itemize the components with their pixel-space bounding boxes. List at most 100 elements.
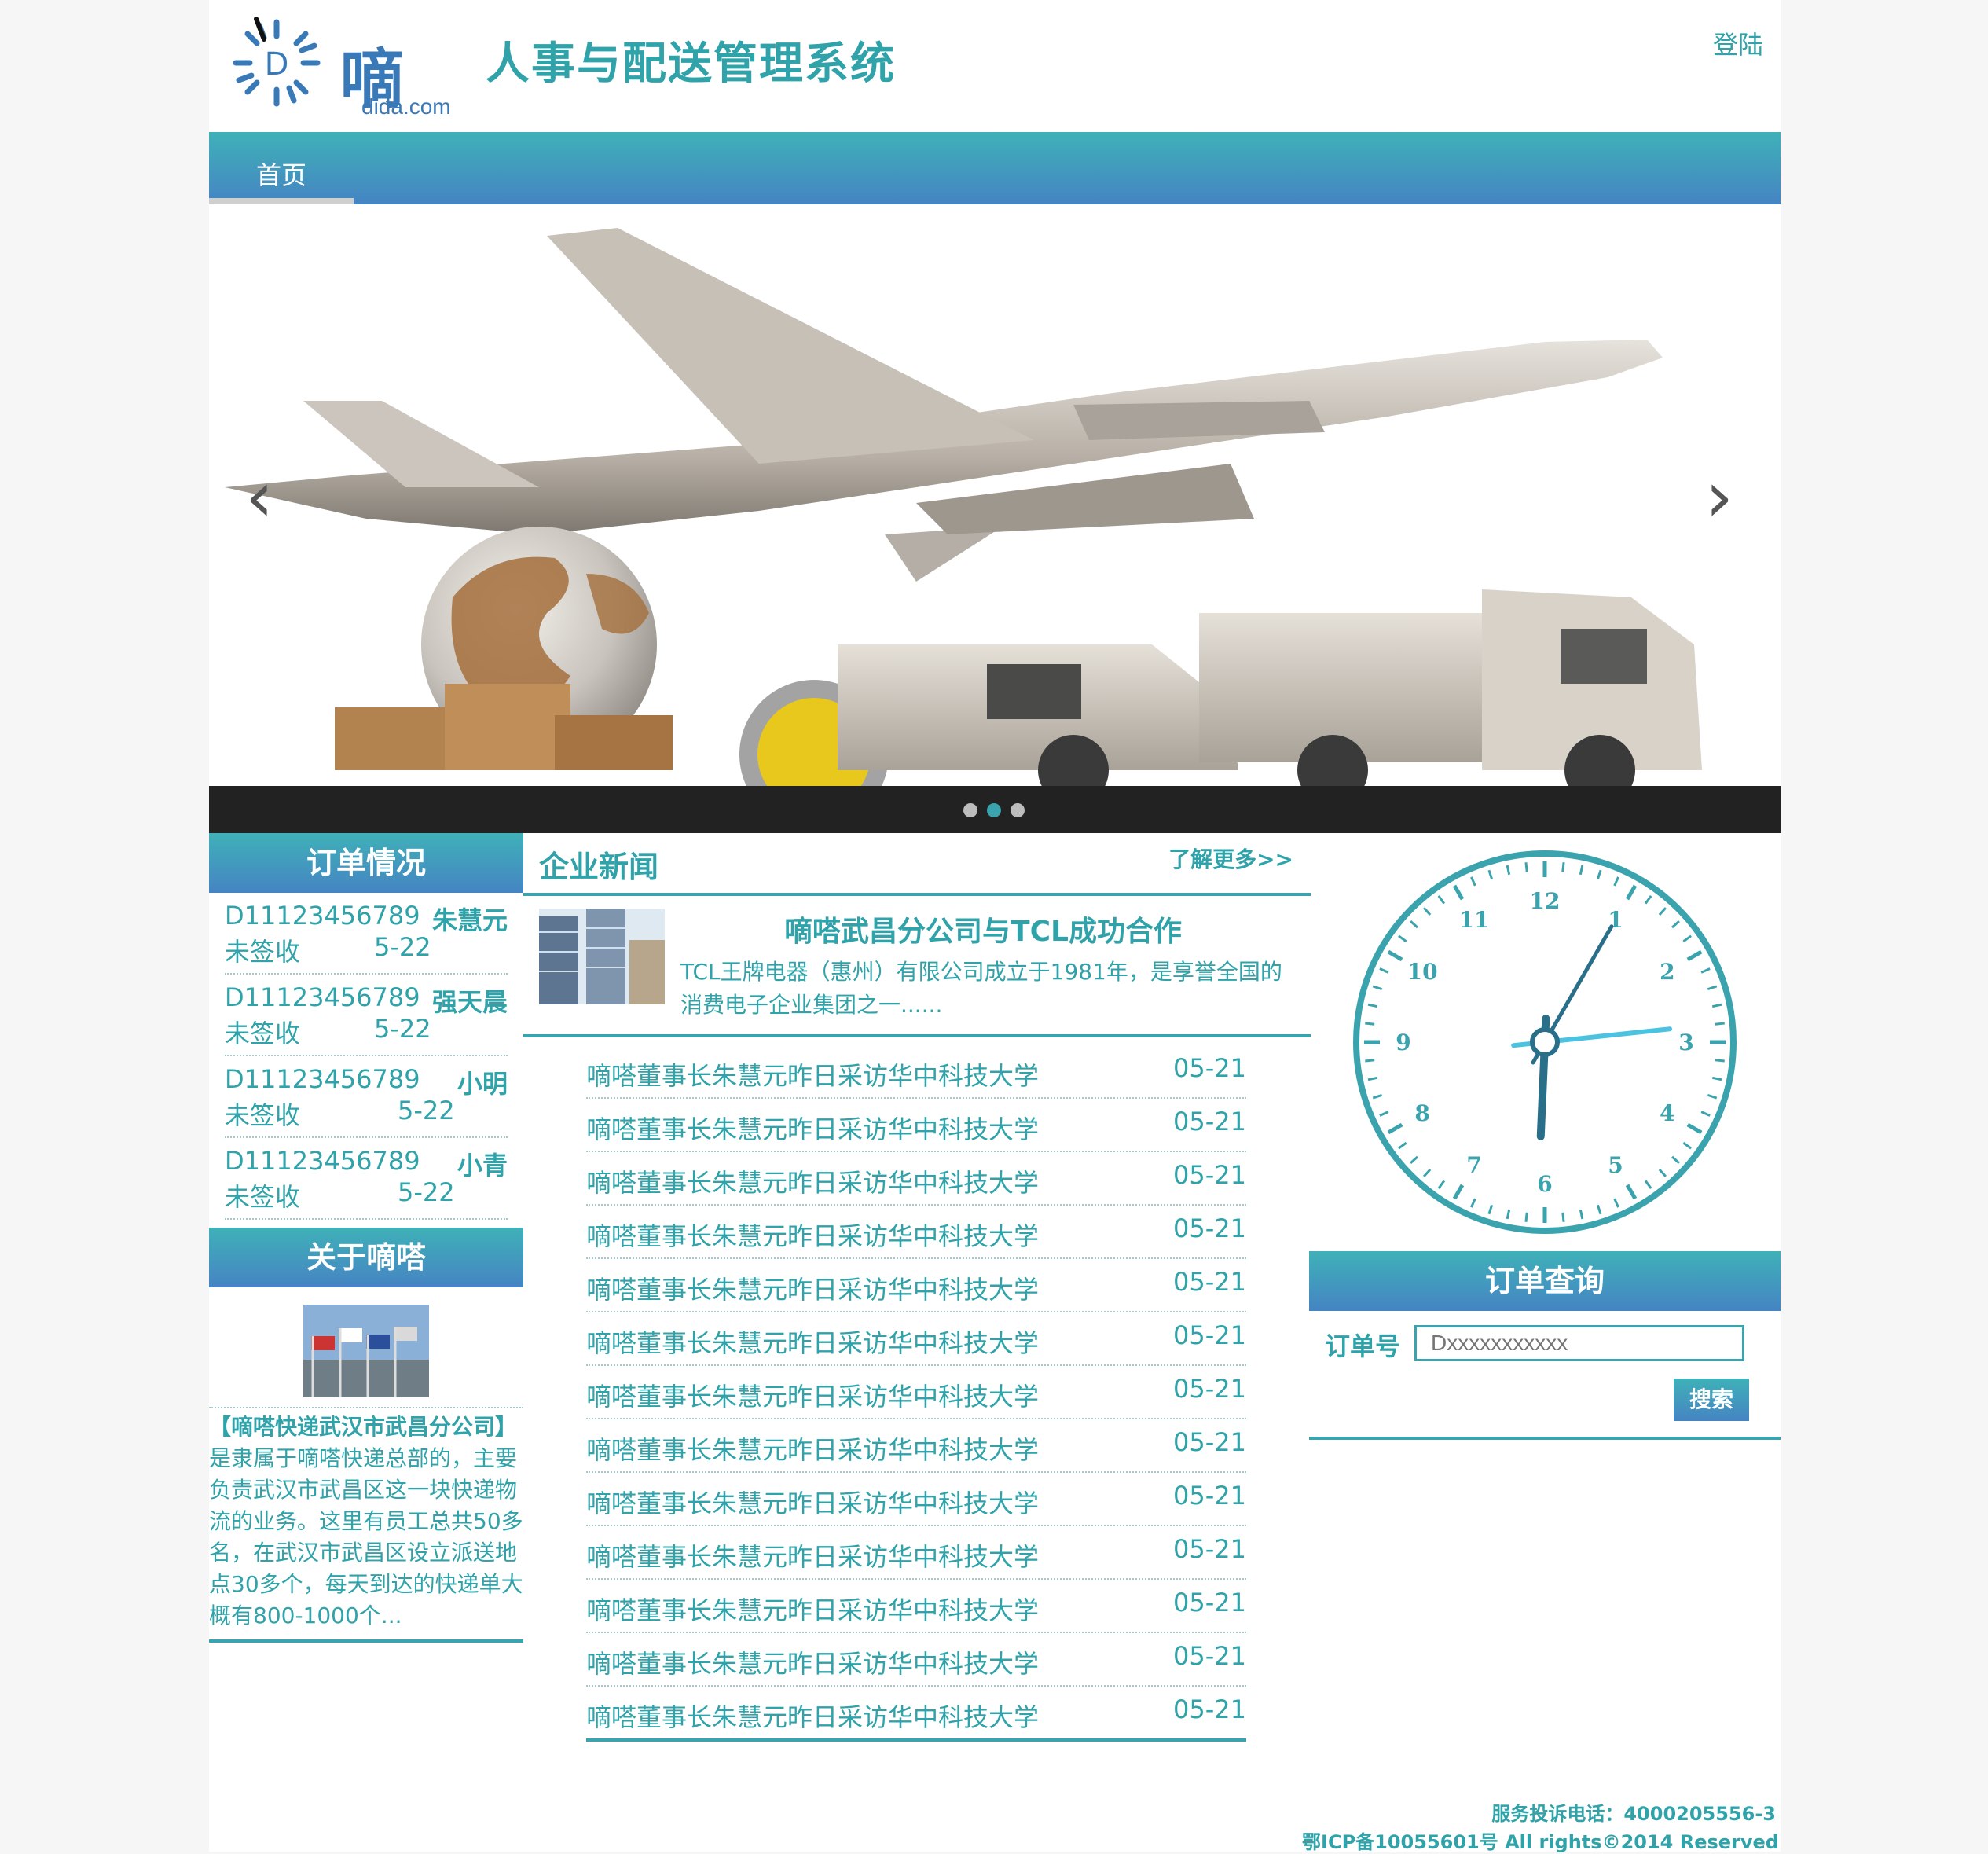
news-item-date: 05-21 xyxy=(1173,1213,1246,1243)
order-id: D11123456789 xyxy=(225,982,420,1012)
news-item-title: 嘀嗒董事长朱慧元昨日采访华中科技大学 xyxy=(586,1114,1040,1144)
order-name: 强天晨 xyxy=(431,987,508,1017)
order-number-input[interactable] xyxy=(1414,1325,1744,1361)
clock-number: 9 xyxy=(1396,1030,1410,1055)
analog-clock: 121234567891011 xyxy=(1353,850,1737,1234)
news-item-date: 05-21 xyxy=(1173,1534,1246,1564)
order-item[interactable]: D11123456789 强天晨 未签收 5-22 xyxy=(225,976,508,1056)
order-status: 未签收 xyxy=(225,937,301,967)
order-item[interactable]: D11123456789 小明 未签收 5-22 xyxy=(225,1058,508,1138)
news-item[interactable]: 嘀嗒董事长朱慧元昨日采访华中科技大学 05-21 xyxy=(586,1366,1246,1419)
order-name: 小明 xyxy=(457,1069,508,1099)
carousel-dot-1[interactable] xyxy=(963,803,977,817)
chevron-left-icon[interactable]: ‹ xyxy=(245,456,273,538)
featured-news-desc: TCL王牌电器（惠州）有限公司成立于1981年，是享誉全国的消费电子企业集团之一… xyxy=(680,959,1282,1018)
order-date: 5-22 xyxy=(398,1177,455,1207)
banner-carousel[interactable]: ‹ › xyxy=(209,204,1781,833)
news-item[interactable]: 嘀嗒董事长朱慧元昨日采访华中科技大学 05-21 xyxy=(586,1152,1246,1206)
news-item-title: 嘀嗒董事长朱慧元昨日采访华中科技大学 xyxy=(586,1542,1040,1572)
carousel-dot-2[interactable] xyxy=(987,803,1001,817)
clock-tick xyxy=(1561,1212,1565,1222)
about-heading: 【嘀嗒快递武汉市武昌分公司】 xyxy=(209,1414,518,1440)
search-button[interactable]: 搜索 xyxy=(1674,1379,1749,1421)
clock-tick xyxy=(1715,1022,1725,1026)
order-name: 小青 xyxy=(457,1151,508,1180)
site-title: 人事与配送管理系统 xyxy=(486,39,896,90)
clock-tick xyxy=(1365,1022,1375,1026)
about-body: 是隶属于嘀嗒快递总部的，主要负责武汉市武昌区这一块快递物流的业务。这里有员工总共… xyxy=(209,1445,523,1628)
order-id: D11123456789 xyxy=(225,901,420,931)
chevron-right-icon[interactable]: › xyxy=(1705,456,1733,538)
news-item-date: 05-21 xyxy=(1173,1374,1246,1404)
order-item[interactable]: D11123456789 朱慧元 未签收 5-22 xyxy=(225,894,508,975)
news-item[interactable]: 嘀嗒董事长朱慧元昨日采访华中科技大学 05-21 xyxy=(586,1526,1246,1580)
clock-number: 3 xyxy=(1678,1030,1693,1055)
page: D 嘀嗒 dida.com 人事与配送管理系统 登陆 首页 xyxy=(209,0,1781,1853)
news-item[interactable]: 嘀嗒董事长朱慧元昨日采访华中科技大学 05-21 xyxy=(586,1419,1246,1473)
clock-number: 10 xyxy=(1407,959,1438,985)
news-item[interactable]: 嘀嗒董事长朱慧元昨日采访华中科技大学 05-21 xyxy=(586,1259,1246,1312)
about-bottom-border xyxy=(209,1639,523,1643)
clock-tick xyxy=(1715,1059,1725,1063)
logo-domain: dida.com xyxy=(361,94,451,119)
logo[interactable]: D 嘀嗒 dida.com xyxy=(229,16,465,211)
order-number-label: 订单号 xyxy=(1325,1331,1401,1361)
about-header: 关于嘀嗒 xyxy=(209,1228,523,1287)
query-bottom-border xyxy=(1309,1437,1781,1440)
clock-number: 8 xyxy=(1414,1100,1429,1126)
news-item-date: 05-21 xyxy=(1173,1320,1246,1350)
order-date: 5-22 xyxy=(374,932,431,962)
news-item-title: 嘀嗒董事长朱慧元昨日采访华中科技大学 xyxy=(586,1435,1040,1465)
order-id: D11123456789 xyxy=(225,1064,420,1094)
about-text: 【嘀嗒快递武汉市武昌分公司】是隶属于嘀嗒快递总部的，主要负责武汉市武昌区这一块快… xyxy=(209,1412,523,1632)
nav-home[interactable]: 首页 xyxy=(256,156,306,192)
news-item-title: 嘀嗒董事长朱慧元昨日采访华中科技大学 xyxy=(586,1328,1040,1358)
navbar: 首页 xyxy=(209,132,1781,204)
news-item-date: 05-21 xyxy=(1173,1694,1246,1724)
featured-divider xyxy=(523,1034,1311,1037)
news-item[interactable]: 嘀嗒董事长朱慧元昨日采访华中科技大学 05-21 xyxy=(586,1312,1246,1366)
featured-news-image xyxy=(539,909,665,1004)
news-item[interactable]: 嘀嗒董事长朱慧元昨日采访华中科技大学 05-21 xyxy=(586,1206,1246,1259)
news-item-date: 05-21 xyxy=(1173,1588,1246,1617)
clock-number: 12 xyxy=(1530,888,1561,914)
order-id: D11123456789 xyxy=(225,1146,420,1176)
svg-text:D: D xyxy=(265,46,289,83)
news-more-link[interactable]: 了解更多>> xyxy=(1168,843,1293,874)
news-item[interactable]: 嘀嗒董事长朱慧元昨日采访华中科技大学 05-21 xyxy=(586,1687,1246,1740)
query-header: 订单查询 xyxy=(1309,1251,1781,1311)
clock-number: 7 xyxy=(1466,1152,1481,1178)
news-item[interactable]: 嘀嗒董事长朱慧元昨日采访华中科技大学 05-21 xyxy=(586,1099,1246,1152)
login-link[interactable]: 登陆 xyxy=(1713,25,1763,61)
logo-sun-icon: D xyxy=(233,17,321,107)
news-item[interactable]: 嘀嗒董事长朱慧元昨日采访华中科技大学 05-21 xyxy=(586,1633,1246,1687)
news-item-date: 05-21 xyxy=(1173,1160,1246,1190)
news-item-title: 嘀嗒董事长朱慧元昨日采访华中科技大学 xyxy=(586,1275,1040,1305)
order-date: 5-22 xyxy=(374,1014,431,1044)
order-status: 未签收 xyxy=(225,1182,301,1212)
news-item[interactable]: 嘀嗒董事长朱慧元昨日采访华中科技大学 05-21 xyxy=(586,1473,1246,1526)
news-item[interactable]: 嘀嗒董事长朱慧元昨日采访华中科技大学 05-21 xyxy=(586,1045,1246,1099)
news-title: 企业新闻 xyxy=(539,850,659,884)
news-item-title: 嘀嗒董事长朱慧元昨日采访华中科技大学 xyxy=(586,1489,1040,1518)
order-item[interactable]: D11123456789 小青 未签收 5-22 xyxy=(225,1140,508,1220)
news-item-date: 05-21 xyxy=(1173,1267,1246,1297)
featured-news-title[interactable]: 嘀嗒武昌分公司与TCL成功合作 xyxy=(680,909,1286,949)
news-item-date: 05-21 xyxy=(1173,1053,1246,1083)
clock-tick xyxy=(1561,862,1565,872)
carousel-dot-3[interactable] xyxy=(1011,803,1025,817)
news-bottom-border xyxy=(586,1738,1246,1742)
news-item-title: 嘀嗒董事长朱慧元昨日采访华中科技大学 xyxy=(586,1595,1040,1625)
clock-tick xyxy=(1524,862,1528,872)
nav-active-indicator xyxy=(209,198,354,204)
news-item[interactable]: 嘀嗒董事长朱慧元昨日采访华中科技大学 05-21 xyxy=(586,1580,1246,1633)
news-item-title: 嘀嗒董事长朱慧元昨日采访华中科技大学 xyxy=(586,1168,1040,1198)
news-item-date: 05-21 xyxy=(1173,1641,1246,1671)
news-item-date: 05-21 xyxy=(1173,1107,1246,1136)
clock-tick xyxy=(1365,1059,1375,1063)
footer-copyright: 鄂ICP备10055601号 All rights©2014 Reserved xyxy=(1302,1831,1779,1853)
order-status: 未签收 xyxy=(225,1100,301,1130)
clock-number: 11 xyxy=(1459,907,1490,933)
clock-number: 4 xyxy=(1660,1100,1674,1126)
about-divider xyxy=(209,1405,523,1408)
